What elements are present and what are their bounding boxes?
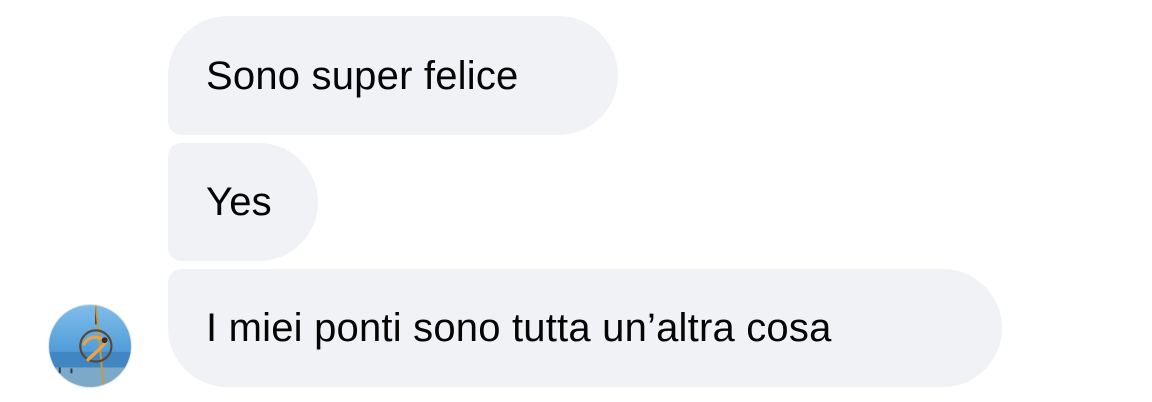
message-bubble[interactable]: I miei ponti sono tutta un’altra cosa: [168, 269, 1002, 387]
message-bubble[interactable]: Yes: [168, 143, 318, 261]
message-thread: Sono super felice Yes I miei ponti sono …: [0, 0, 1152, 402]
message-text: Yes: [206, 180, 272, 224]
message-bubble[interactable]: Sono super felice: [168, 16, 618, 135]
message-text: Sono super felice: [206, 53, 519, 98]
message-text: I miei ponti sono tutta un’altra cosa: [206, 306, 832, 350]
avatar[interactable]: [48, 304, 132, 388]
aerial-hoop-photo-icon: [49, 305, 131, 387]
